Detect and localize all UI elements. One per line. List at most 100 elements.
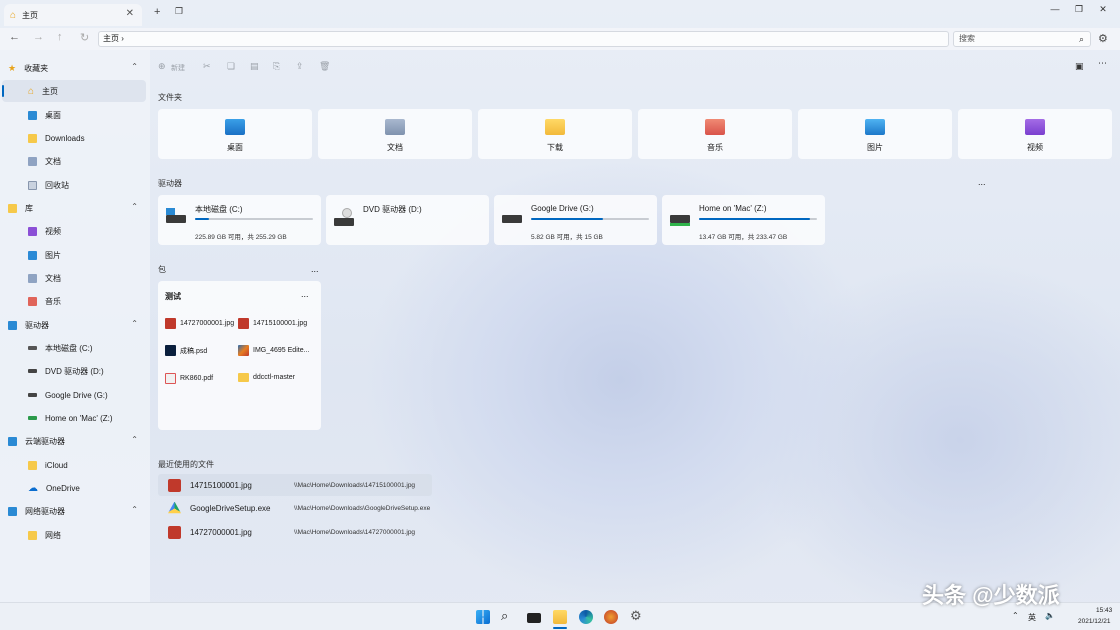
- system-tray-chevron-icon[interactable]: ⌃: [1012, 611, 1019, 620]
- close-button[interactable]: ✕: [1096, 4, 1110, 15]
- sidebar-item-recycle-bin[interactable]: 回收站: [0, 174, 148, 196]
- bundle-file[interactable]: IMG_4695 Edite...: [238, 345, 309, 356]
- search-icon[interactable]: ⌕: [501, 608, 508, 624]
- sidebar-item-network[interactable]: 网络: [0, 524, 148, 546]
- sidebar-item-label: Downloads: [45, 133, 85, 143]
- search-input[interactable]: 搜索 ⌕: [953, 31, 1091, 47]
- sidebar-item-desktop[interactable]: 桌面: [0, 104, 148, 126]
- drives-more-icon[interactable]: ...: [978, 177, 986, 187]
- chevron-up-icon[interactable]: ⌃: [131, 435, 138, 444]
- active-app-indicator: [553, 627, 567, 629]
- sidebar-item-lib-documents[interactable]: 文档: [0, 267, 148, 289]
- sidebar-item-documents[interactable]: 文档: [0, 150, 148, 172]
- sidebar-item-drive-c[interactable]: 本地磁盘 (C:): [0, 337, 148, 359]
- sidebar-item-onedrive[interactable]: ☁ OneDrive: [0, 477, 148, 499]
- downloads-folder-icon: [545, 119, 565, 135]
- more-options-icon[interactable]: ⋯: [1098, 58, 1107, 69]
- recent-file-row[interactable]: GoogleDriveSetup.exe \\Mac\Home\Download…: [158, 497, 432, 519]
- sidebar-item-drive-d[interactable]: DVD 驱动器 (D:): [0, 360, 148, 382]
- videos-folder-icon: [1025, 119, 1045, 135]
- bundle-file[interactable]: 14727000001.jpg: [165, 318, 234, 329]
- new-tab-button[interactable]: +: [154, 6, 160, 18]
- chevron-up-icon[interactable]: ⌃: [131, 319, 138, 328]
- folder-card-videos[interactable]: 视频: [958, 109, 1112, 159]
- chevron-up-icon[interactable]: ⌃: [131, 505, 138, 514]
- chevron-up-icon[interactable]: ⌃: [131, 202, 138, 211]
- delete-icon[interactable]: 🗑: [319, 61, 330, 72]
- sidebar-item-downloads[interactable]: Downloads: [0, 127, 148, 149]
- folder-icon: [238, 373, 249, 382]
- gear-icon[interactable]: ⚙: [1098, 32, 1108, 45]
- address-bar[interactable]: 主页 ›: [98, 31, 949, 47]
- back-icon[interactable]: ←: [9, 31, 20, 43]
- task-view-icon[interactable]: [527, 613, 541, 623]
- new-icon[interactable]: ⊕: [158, 61, 166, 72]
- search-icon[interactable]: ⌕: [1079, 32, 1084, 46]
- sidebar-section-cloud[interactable]: 云端驱动器 ⌃: [0, 430, 148, 452]
- edge-icon[interactable]: [579, 610, 593, 624]
- tab-list-icon[interactable]: ❐: [175, 6, 183, 17]
- drive-usage-bar: [531, 218, 649, 220]
- bundle-file[interactable]: 14715100001.jpg: [238, 318, 307, 329]
- up-icon[interactable]: ↑: [57, 31, 63, 43]
- sidebar-item-pictures[interactable]: 图片: [0, 244, 148, 266]
- volume-icon[interactable]: 🔈: [1045, 611, 1055, 620]
- recent-file-row[interactable]: 14727000001.jpg \\Mac\Home\Downloads\147…: [158, 521, 432, 543]
- folder-label: 下载: [547, 143, 563, 152]
- recent-file-row[interactable]: 14715100001.jpg \\Mac\Home\Downloads\147…: [158, 474, 432, 496]
- file-explorer-icon[interactable]: [553, 610, 567, 624]
- sidebar-section-libraries[interactable]: 库 ⌃: [0, 197, 148, 219]
- dvd-drive-icon: [28, 369, 37, 373]
- folder-card-desktop[interactable]: 桌面: [158, 109, 312, 159]
- chevron-up-icon[interactable]: ⌃: [131, 62, 138, 71]
- drive-name: DVD 驱动器 (D:): [363, 205, 422, 214]
- folder-card-music[interactable]: 音乐: [638, 109, 792, 159]
- clock-date[interactable]: 2021/12/21: [1078, 618, 1111, 625]
- clock-time[interactable]: 15:43: [1096, 607, 1112, 614]
- sidebar-item-videos[interactable]: 视频: [0, 220, 148, 242]
- rename-icon[interactable]: ⎘: [273, 61, 280, 72]
- folder-label: 图片: [867, 143, 883, 152]
- bundle-file[interactable]: RK860.pdf: [165, 373, 213, 384]
- bundle-file[interactable]: 成稿.psd: [165, 345, 207, 356]
- maximize-button[interactable]: ❐: [1072, 4, 1086, 15]
- layout-icon[interactable]: ▣: [1075, 61, 1084, 72]
- sidebar-item-icloud[interactable]: iCloud: [0, 454, 148, 476]
- recent-file-name: 14715100001.jpg: [190, 480, 252, 490]
- sidebar-item-home[interactable]: ⌂ 主页: [2, 80, 146, 102]
- desktop-icon: [28, 110, 37, 120]
- drives-section-title: 驱动器: [158, 179, 182, 188]
- tab-home[interactable]: ⌂ 主页 ✕: [4, 4, 142, 26]
- sidebar-section-favorites[interactable]: ★ 收藏夹 ⌃: [0, 57, 148, 79]
- bundle-file[interactable]: ddcctl-master: [238, 373, 295, 382]
- new-button-label[interactable]: 新建: [171, 63, 185, 73]
- share-icon[interactable]: ⇪: [296, 61, 304, 72]
- bundle-more-icon[interactable]: ...: [301, 289, 309, 299]
- sidebar-item-label: 图片: [45, 250, 61, 260]
- minimize-button[interactable]: —: [1048, 4, 1062, 14]
- app-icon[interactable]: [604, 610, 618, 624]
- sidebar-item-drive-g[interactable]: Google Drive (G:): [0, 384, 148, 406]
- ime-indicator[interactable]: 英: [1028, 612, 1036, 623]
- drive-card-g[interactable]: Google Drive (G:) 5.82 GB 可用，共 15 GB: [494, 195, 657, 245]
- forward-icon[interactable]: →: [33, 31, 44, 43]
- cut-icon[interactable]: ✂: [203, 61, 211, 72]
- sidebar-section-network[interactable]: 网络驱动器 ⌃: [0, 500, 148, 522]
- folder-card-downloads[interactable]: 下载: [478, 109, 632, 159]
- start-icon[interactable]: [476, 610, 490, 624]
- drive-card-c[interactable]: 本地磁盘 (C:) 225.89 GB 可用，共 255.29 GB: [158, 195, 321, 245]
- folder-card-pictures[interactable]: 图片: [798, 109, 952, 159]
- recent-section-title: 最近使用的文件: [158, 460, 214, 469]
- paste-icon[interactable]: ▤: [250, 61, 259, 72]
- copy-icon[interactable]: ❏: [227, 61, 235, 72]
- folder-card-documents[interactable]: 文档: [318, 109, 472, 159]
- sidebar-section-drives[interactable]: 驱动器 ⌃: [0, 314, 148, 336]
- drive-card-z[interactable]: Home on 'Mac' (Z:) 13.47 GB 可用，共 233.47 …: [662, 195, 825, 245]
- bundles-more-icon[interactable]: ...: [311, 264, 319, 274]
- refresh-icon[interactable]: ↻: [80, 31, 89, 44]
- sidebar-item-drive-z[interactable]: Home on 'Mac' (Z:): [0, 407, 148, 429]
- tab-close-icon[interactable]: ✕: [126, 8, 134, 19]
- settings-app-icon[interactable]: ⚙: [630, 608, 642, 624]
- drive-card-d[interactable]: DVD 驱动器 (D:): [326, 195, 489, 245]
- sidebar-item-music[interactable]: 音乐: [0, 290, 148, 312]
